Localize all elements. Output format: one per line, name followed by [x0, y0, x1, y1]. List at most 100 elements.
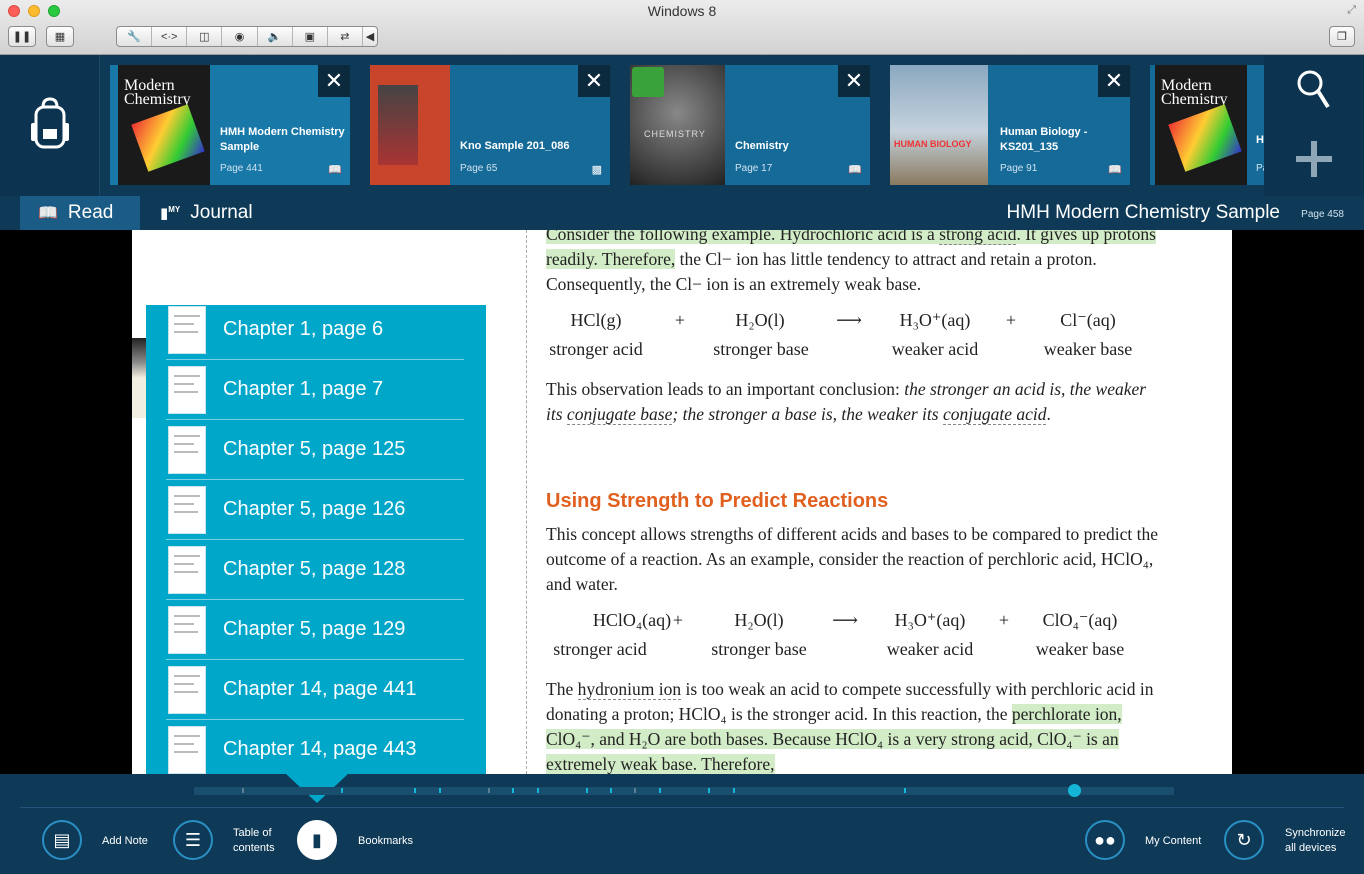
- sync-label-line1: Synchronize: [1285, 827, 1346, 839]
- eq-arrow: ⟶: [836, 310, 862, 330]
- sync-label-line2: all devices: [1285, 842, 1337, 854]
- bookmark-label: Chapter 14, page 443: [223, 738, 417, 760]
- book-card[interactable]: CHEMISTRY Chemistry Page 17 📖 ✕: [630, 65, 870, 185]
- add-note-button[interactable]: ▤: [42, 820, 82, 860]
- wrench-icon[interactable]: 🔧: [117, 27, 153, 46]
- book-card[interactable]: Modern Chemistry HMH Modern Chemistry Sa…: [110, 65, 350, 185]
- code-icon[interactable]: <·>: [152, 27, 188, 46]
- cover-art: [131, 104, 205, 172]
- cover-art: [378, 85, 418, 165]
- eq-plus: +: [672, 610, 684, 630]
- bookmark-item[interactable]: Chapter 5, page 128: [146, 540, 486, 600]
- book-title: Chemistry: [735, 140, 789, 152]
- bookmark-item[interactable]: Chapter 14, page 443: [146, 720, 486, 775]
- book-card[interactable]: Kno Sample 201_086 Page 65 ▩ ✕: [370, 65, 610, 185]
- book-card[interactable]: Modern Chemistry H Pa: [1150, 65, 1268, 185]
- screenshot-button[interactable]: ▦: [46, 26, 74, 47]
- backpack-icon: [31, 97, 69, 149]
- window-titlebar: Windows 8 ❚❚ ▦ 🔧 <·> ◫ ◉ 🔈 ▣ ⇄ ◀ ❐ ⤢: [0, 0, 1364, 55]
- bookmarks-panel: Chapter 1, page 6 Chapter 1, page 7 Chap…: [146, 305, 486, 775]
- pause-button[interactable]: ❚❚: [8, 26, 36, 47]
- eq-term: ClO₄⁻(aq): [1042, 610, 1118, 630]
- tab-journal-label: Journal: [190, 202, 253, 223]
- bookmark-item[interactable]: Chapter 14, page 441: [146, 660, 486, 720]
- book-page: Page 441: [220, 163, 263, 174]
- book-card[interactable]: HUMAN BIOLOGY Human Biology - KS201_135 …: [890, 65, 1130, 185]
- eq-label: stronger base: [713, 339, 809, 359]
- record-icon[interactable]: ▣: [293, 27, 328, 46]
- highlight[interactable]: Consider the following example. Hydrochl…: [546, 230, 940, 244]
- sync-button[interactable]: ↻: [1224, 820, 1264, 860]
- badge-icon: [632, 67, 664, 97]
- paragraph-text: This observation leads to an important c…: [546, 379, 905, 399]
- eq-term: HCl(g): [570, 310, 622, 330]
- glossary-term[interactable]: strong acid: [939, 230, 1017, 245]
- close-icon[interactable]: ✕: [578, 65, 610, 97]
- table-of-contents-button[interactable]: ☰: [173, 820, 213, 860]
- backpack-button[interactable]: [0, 55, 100, 196]
- cover-art: [1168, 104, 1242, 172]
- book-shelf: Modern Chemistry HMH Modern Chemistry Sa…: [0, 55, 1364, 196]
- book-title: Kno Sample 201_086: [460, 140, 570, 152]
- expand-icon[interactable]: ⤢: [1347, 4, 1356, 17]
- bookmarks-button[interactable]: ▮: [297, 820, 337, 860]
- sync-icon[interactable]: ⇄: [328, 27, 363, 46]
- tab-read[interactable]: 📖 Read: [20, 196, 140, 230]
- bookmark-item[interactable]: Chapter 5, page 129: [146, 600, 486, 660]
- eq-label: weaker base: [1035, 639, 1125, 659]
- bookmark-item[interactable]: Chapter 1, page 7: [146, 360, 486, 420]
- bookmark-item[interactable]: Chapter 5, page 125: [146, 420, 486, 480]
- disk-icon[interactable]: ◫: [187, 27, 223, 46]
- close-icon[interactable]: ✕: [1098, 65, 1130, 97]
- equation-1-labels: stronger acid stronger base weaker acid …: [532, 339, 1172, 363]
- shelf-controls: [1264, 55, 1364, 196]
- arrow-left-icon[interactable]: ◀: [363, 27, 377, 46]
- book-cover: CHEMISTRY: [630, 65, 725, 185]
- close-icon[interactable]: ✕: [318, 65, 350, 97]
- fullscreen-button[interactable]: ❐: [1329, 26, 1355, 47]
- page-thumbnail: [168, 666, 206, 714]
- bookmark-label: Chapter 5, page 128: [223, 558, 406, 580]
- tab-journal[interactable]: ▮MY Journal: [160, 196, 253, 230]
- speaker-icon[interactable]: 🔈: [258, 27, 293, 46]
- add-note-label: Add Note: [102, 835, 148, 847]
- eq-arrow: ⟶: [832, 610, 858, 630]
- search-icon[interactable]: [1296, 69, 1332, 111]
- page-thumbnail: [168, 366, 206, 414]
- eq-label: weaker base: [1043, 339, 1133, 359]
- bottom-toolbar: ▤ Add Note ☰ Table of contents ▮ Bookmark…: [0, 773, 1364, 874]
- bookmark-label: Chapter 1, page 7: [223, 378, 384, 400]
- lock-icon[interactable]: ◉: [222, 27, 258, 46]
- eq-term: Cl⁻(aq): [1060, 310, 1116, 330]
- page-thumbnail: [168, 606, 206, 654]
- divider: [20, 807, 1344, 808]
- bookmark-item[interactable]: Chapter 1, page 6: [146, 305, 486, 360]
- close-icon[interactable]: ✕: [838, 65, 870, 97]
- bookmark-item[interactable]: Chapter 5, page 126: [146, 480, 486, 540]
- column-divider: [526, 230, 527, 774]
- page-scrubber[interactable]: [194, 784, 1174, 797]
- add-icon[interactable]: [1294, 139, 1334, 179]
- glossary-term[interactable]: conjugate base: [566, 404, 673, 425]
- bookmark-label: Chapter 5, page 129: [223, 618, 406, 640]
- open-book-icon: 📖: [1108, 164, 1122, 176]
- screenshot-icon: ▦: [54, 31, 66, 43]
- journal-badge: MY: [168, 205, 181, 214]
- windows-icon: ❐: [1337, 31, 1347, 43]
- current-book-page: Page 458: [1301, 209, 1344, 220]
- book-page: Page 91: [1000, 163, 1038, 174]
- paragraph-text: .: [1046, 404, 1051, 424]
- tab-read-label: Read: [67, 202, 114, 223]
- bookmark-label: Chapter 14, page 441: [223, 678, 417, 700]
- paragraph-4: The hydronium ion is too weak an acid to…: [546, 677, 1166, 774]
- my-content-button[interactable]: ●●: [1085, 820, 1125, 860]
- glossary-term[interactable]: hydronium ion: [577, 679, 682, 700]
- equation-1: HCl(g) + H₂O(l) ⟶ H₃O⁺(aq) + Cl⁻(aq): [532, 310, 1172, 334]
- book-cover: Modern Chemistry: [1155, 65, 1247, 185]
- page-thumbnail: [168, 426, 206, 474]
- scrubber-handle[interactable]: [1068, 784, 1081, 797]
- page-thumbnail: [168, 486, 206, 534]
- open-book-icon: 📖: [848, 164, 862, 176]
- eq-term: H₃O⁺(aq): [894, 610, 966, 630]
- glossary-term[interactable]: conjugate acid: [942, 404, 1047, 425]
